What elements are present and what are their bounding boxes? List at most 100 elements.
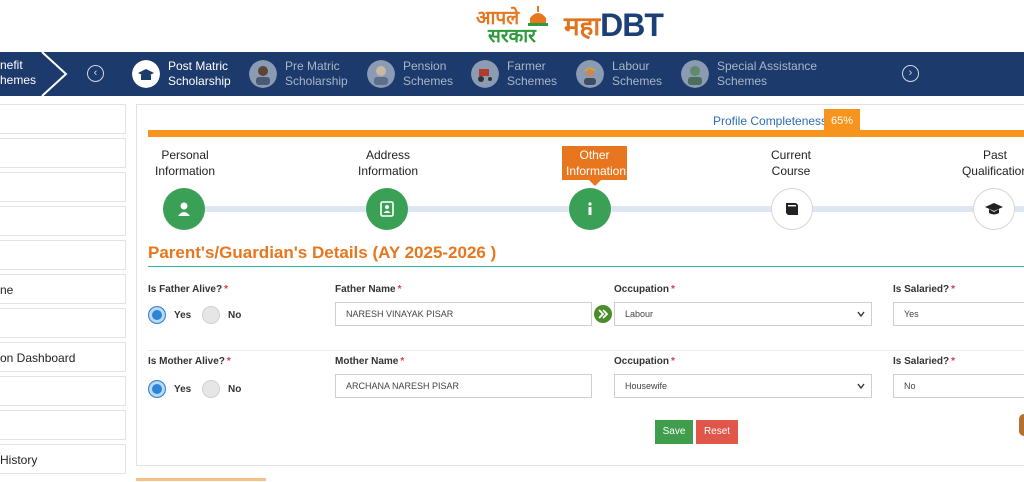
father-occupation-label: Occupation *	[614, 284, 675, 295]
nav-item-pre-matric[interactable]: Pre Matric Scholarship	[249, 52, 348, 96]
sidebar-item-3[interactable]	[0, 172, 126, 202]
chevron-down-icon	[857, 311, 865, 318]
nav-item-sublabel-3: Schemes	[403, 74, 454, 88]
nav-item-special-assistance[interactable]: Special Assistance Schemes	[681, 52, 817, 96]
step-course-circle[interactable]	[771, 188, 813, 230]
father-salaried-label-text: Is Salaried?	[893, 284, 950, 295]
profile-progress-bar	[148, 130, 1024, 137]
sidebar-item-4[interactable]	[0, 206, 126, 236]
step-personal-line2: Information	[154, 164, 216, 178]
step-qualification-line2: Qualification	[961, 164, 1024, 178]
logo-bar: आपले सरकार महा DBT	[0, 0, 1024, 52]
sidebar-item-1[interactable]	[0, 104, 126, 134]
father-salaried-select[interactable]: Yes	[893, 302, 1024, 326]
nav-item-pension[interactable]: Pension Schemes	[367, 52, 453, 96]
mother-name-label-text: Mother Name	[335, 356, 399, 367]
sidebar-item-6[interactable]: ne	[0, 274, 126, 304]
father-alive-no-radio[interactable]: No	[202, 306, 241, 324]
required-mark: *	[224, 284, 229, 295]
step-qualification-circle[interactable]	[973, 188, 1015, 230]
mother-name-input[interactable]: ARCHANA NARESH PISAR	[335, 374, 592, 398]
required-mark: *	[400, 356, 405, 367]
mother-alive-label-text: Is Mother Alive?	[148, 356, 225, 367]
nav-item-label-6: Special Assistance	[717, 59, 818, 73]
nav-item-farmer[interactable]: Farmer Schemes	[471, 52, 557, 96]
nav-chevron-divider	[41, 52, 68, 96]
radio-checked-icon	[148, 380, 166, 398]
mother-salaried-select[interactable]: No	[893, 374, 1024, 398]
chevron-down-icon	[857, 383, 865, 390]
father-name-label: Father Name *	[335, 284, 401, 295]
mother-alive-label: Is Mother Alive? *	[148, 356, 231, 367]
nav-item-label-5: Labour	[612, 59, 650, 73]
father-occupation-select[interactable]: Labour	[614, 302, 872, 326]
dome-icon	[528, 6, 548, 26]
book-icon	[786, 203, 798, 215]
sidebar-item-2[interactable]	[0, 138, 126, 168]
mother-occupation-label-text: Occupation	[614, 356, 670, 367]
mother-alive-no-radio[interactable]: No	[202, 380, 241, 398]
nav-item-sublabel-4: Schemes	[507, 74, 558, 88]
sidebar-item-9[interactable]	[0, 376, 126, 406]
nav-item-labour[interactable]: Labour Schemes	[576, 52, 662, 96]
step-other-line1: Other	[579, 148, 610, 162]
nav-prev-arrow-icon[interactable]: ‹	[87, 65, 104, 82]
required-mark: *	[397, 284, 402, 295]
father-alive-label: Is Father Alive? *	[148, 284, 228, 295]
step-other-circle[interactable]	[569, 188, 611, 230]
save-button[interactable]: Save	[655, 420, 693, 444]
nav-item-label-3: Pension	[403, 59, 447, 73]
mother-occupation-label: Occupation *	[614, 356, 675, 367]
step-personal-label[interactable]: Personal Information	[152, 147, 218, 179]
nav-item-post-matric[interactable]: Post Matric Scholarship	[132, 52, 231, 96]
mother-alive-yes-radio[interactable]: Yes	[148, 380, 191, 398]
labour-icon	[576, 60, 604, 88]
father-name-go-button[interactable]	[594, 305, 612, 323]
step-course-label[interactable]: Current Course	[758, 147, 824, 179]
student-icon	[249, 60, 277, 88]
nav-item-sublabel-2: Scholarship	[285, 74, 348, 88]
step-qualification-label[interactable]: Past Qualification	[955, 147, 1024, 179]
row-divider	[148, 350, 1024, 351]
nav-item-sublabel-1: Scholarship	[168, 74, 231, 88]
father-name-input[interactable]: NARESH VINAYAK PISAR	[335, 302, 592, 326]
sidebar-item-7[interactable]	[0, 308, 126, 338]
reset-button[interactable]: Reset	[696, 420, 738, 444]
bottom-accent-strip	[136, 478, 266, 481]
step-address-circle[interactable]	[366, 188, 408, 230]
step-address-line2: Information	[357, 164, 419, 178]
step-address-line1: Address	[365, 148, 411, 162]
double-chevron-right-icon	[598, 309, 609, 319]
floating-help-tab[interactable]	[1019, 414, 1024, 436]
mahadbt-logo-maha: महा	[564, 12, 601, 42]
nav-item-sublabel-5: Schemes	[612, 74, 663, 88]
step-personal-line1: Personal	[161, 148, 209, 162]
sidebar-item-5[interactable]	[0, 240, 126, 270]
step-course-line2: Course	[771, 164, 811, 178]
required-mark: *	[671, 284, 675, 295]
radio-unchecked-icon	[202, 380, 220, 398]
sidebar-item-dashboard[interactable]: on Dashboard	[0, 342, 126, 372]
father-occupation-label-text: Occupation	[614, 284, 670, 295]
sidebar-item-history[interactable]: History	[0, 444, 126, 474]
step-address-label[interactable]: Address Information	[355, 147, 421, 179]
step-personal-circle[interactable]	[163, 188, 205, 230]
section-divider	[148, 266, 1024, 267]
mother-occupation-value: Housewife	[625, 381, 668, 391]
required-mark: *	[671, 356, 675, 367]
page: आपले सरकार महा DBT nefit hemes ‹ Post Ma…	[0, 0, 1024, 482]
aaple-sarkar-logo: आपले सरकार	[474, 4, 552, 47]
address-book-icon	[380, 201, 394, 217]
scheme-navbar: nefit hemes ‹ Post Matric Scholarship Pre…	[0, 52, 1024, 96]
nav-next-arrow-icon[interactable]: ›	[902, 65, 919, 82]
mahadbt-logo: महा DBT	[564, 4, 664, 46]
sidebar-item-10[interactable]	[0, 410, 126, 440]
user-icon	[178, 202, 190, 216]
mother-occupation-select[interactable]: Housewife	[614, 374, 872, 398]
required-mark: *	[226, 356, 231, 367]
radio-checked-icon	[148, 306, 166, 324]
step-qualification-line1: Past	[982, 148, 1007, 162]
step-other-label[interactable]: Other Information	[562, 146, 627, 186]
required-mark: *	[951, 284, 956, 295]
father-alive-yes-radio[interactable]: Yes	[148, 306, 191, 324]
